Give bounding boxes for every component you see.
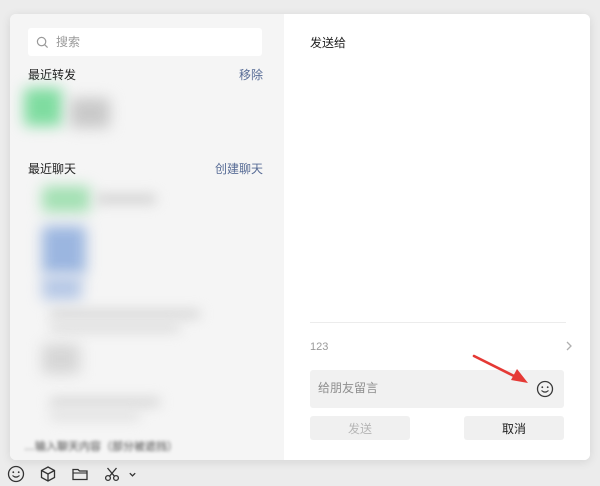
contact-list-pane: 最近转发 移除 最近聊天 创建聊天 <box>10 14 284 460</box>
chat-item-name <box>50 398 160 406</box>
send-pane: 发送给 123 发送 取消 <box>284 14 590 460</box>
message-input[interactable] <box>318 381 518 395</box>
partial-hint-text: …输入聊天内容（部分被遮挡） <box>24 441 178 453</box>
toolbar-chevron-down-icon <box>128 472 136 477</box>
recent-forward-title: 最近转发 <box>28 68 77 82</box>
toolbar-folder-icon <box>72 468 88 481</box>
toolbar-dropdown-button[interactable] <box>122 464 142 484</box>
remove-link[interactable]: 移除 <box>239 66 263 83</box>
chat-item-name <box>96 194 156 204</box>
search-box[interactable] <box>28 28 262 56</box>
toolbar-scissors-icon <box>104 467 120 482</box>
chat-item-avatar[interactable] <box>42 344 80 374</box>
chat-item-name <box>50 310 200 318</box>
message-preview: 123 <box>310 341 329 353</box>
chat-toolbar <box>0 462 600 486</box>
chat-item-avatar[interactable] <box>42 186 90 212</box>
message-box[interactable] <box>310 370 564 408</box>
cancel-button[interactable]: 取消 <box>464 416 564 440</box>
toolbar-cube-button[interactable] <box>38 464 58 484</box>
toolbar-scissors-button[interactable] <box>102 464 122 484</box>
screen: 最近转发 移除 最近聊天 创建聊天 发送给 123 <box>0 0 600 486</box>
search-icon <box>36 36 49 48</box>
chevron-right-icon[interactable] <box>564 340 574 352</box>
emoji-icon[interactable] <box>536 380 554 398</box>
search-input[interactable] <box>56 35 236 49</box>
recent-forward-avatar[interactable] <box>24 88 62 126</box>
create-chat-link[interactable]: 创建聊天 <box>215 160 263 177</box>
toolbar-folder-button[interactable] <box>70 464 90 484</box>
toolbar-emoji-icon <box>7 465 25 483</box>
send-to-label: 发送给 <box>310 36 347 50</box>
chat-item-name <box>50 412 140 420</box>
chat-item-name <box>50 324 180 332</box>
chat-item-avatar[interactable] <box>42 226 86 274</box>
recent-forward-name <box>70 98 110 128</box>
toolbar-emoji-button[interactable] <box>6 464 26 484</box>
send-button[interactable]: 发送 <box>310 416 410 440</box>
recent-chats-title: 最近聊天 <box>28 162 77 176</box>
divider <box>310 322 566 323</box>
toolbar-cube-icon <box>40 466 56 482</box>
chat-item-avatar[interactable] <box>42 276 82 300</box>
forward-dialog: 最近转发 移除 最近聊天 创建聊天 发送给 123 <box>10 14 590 460</box>
